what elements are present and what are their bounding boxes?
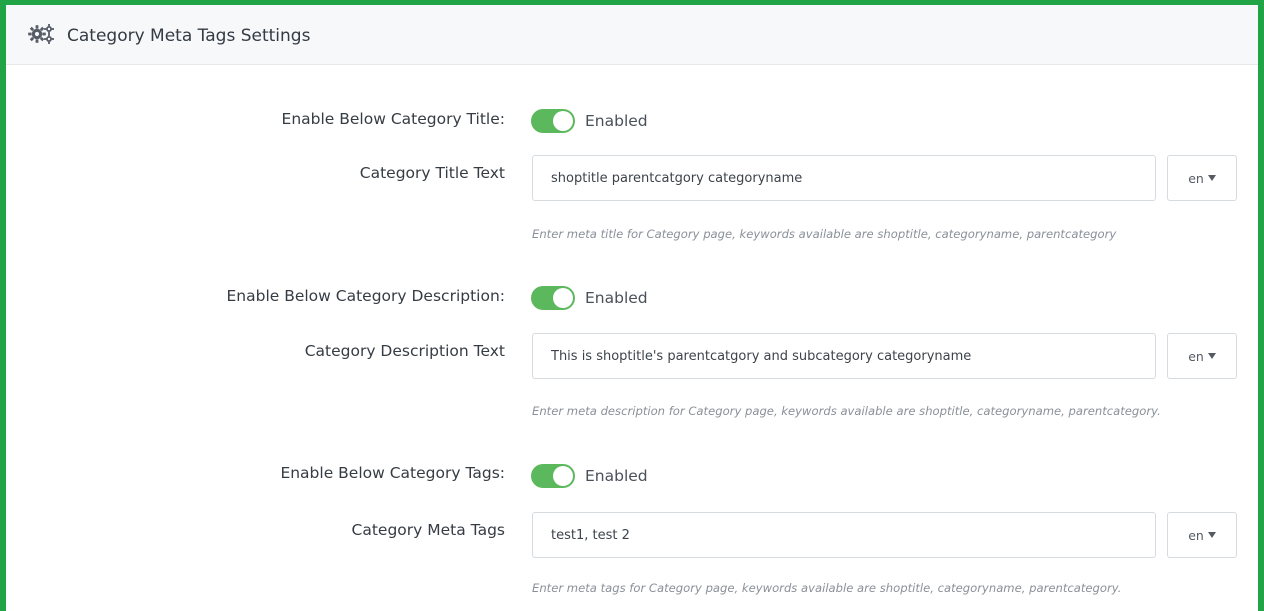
description-help-text: Enter meta description for Category page… bbox=[532, 404, 1161, 418]
description-text-label: Category Description Text bbox=[304, 342, 505, 360]
enable-title-label: Enable Below Category Title: bbox=[281, 110, 505, 128]
panel-title: Category Meta Tags Settings bbox=[67, 26, 311, 46]
enable-title-toggle[interactable] bbox=[531, 109, 575, 133]
title-text-input[interactable] bbox=[532, 155, 1156, 201]
panel-header: Category Meta Tags Settings bbox=[6, 5, 1258, 65]
enable-description-label: Enable Below Category Description: bbox=[226, 287, 505, 305]
enable-description-state: Enabled bbox=[585, 289, 648, 307]
enable-title-toggle-group: Enabled bbox=[531, 109, 648, 133]
tags-text-input[interactable] bbox=[532, 512, 1156, 558]
enable-tags-toggle[interactable] bbox=[531, 464, 575, 488]
caret-down-icon bbox=[1207, 353, 1216, 359]
description-lang-label: en bbox=[1188, 348, 1204, 364]
description-text-input[interactable] bbox=[532, 333, 1156, 379]
tags-help-text: Enter meta tags for Category page, keywo… bbox=[532, 581, 1122, 595]
enable-description-toggle[interactable] bbox=[531, 286, 575, 310]
toggle-knob bbox=[553, 288, 573, 308]
tags-lang-label: en bbox=[1188, 527, 1204, 543]
title-text-label: Category Title Text bbox=[359, 164, 505, 182]
toggle-knob bbox=[553, 466, 573, 486]
description-lang-dropdown[interactable]: en bbox=[1167, 333, 1237, 379]
enable-tags-toggle-group: Enabled bbox=[531, 464, 648, 488]
tags-text-label: Category Meta Tags bbox=[351, 521, 505, 539]
enable-tags-state: Enabled bbox=[585, 467, 648, 485]
cogs-icon bbox=[28, 22, 56, 46]
enable-title-state: Enabled bbox=[585, 112, 648, 130]
enable-description-toggle-group: Enabled bbox=[531, 286, 648, 310]
tags-lang-dropdown[interactable]: en bbox=[1167, 512, 1237, 558]
title-help-text: Enter meta title for Category page, keyw… bbox=[532, 227, 1117, 241]
title-lang-dropdown[interactable]: en bbox=[1167, 155, 1237, 201]
toggle-knob bbox=[553, 111, 573, 131]
caret-down-icon bbox=[1207, 532, 1216, 538]
enable-tags-label: Enable Below Category Tags: bbox=[280, 464, 505, 482]
title-lang-label: en bbox=[1188, 170, 1204, 186]
caret-down-icon bbox=[1207, 175, 1216, 181]
settings-panel: Category Meta Tags Settings Enable Below… bbox=[0, 0, 1264, 611]
